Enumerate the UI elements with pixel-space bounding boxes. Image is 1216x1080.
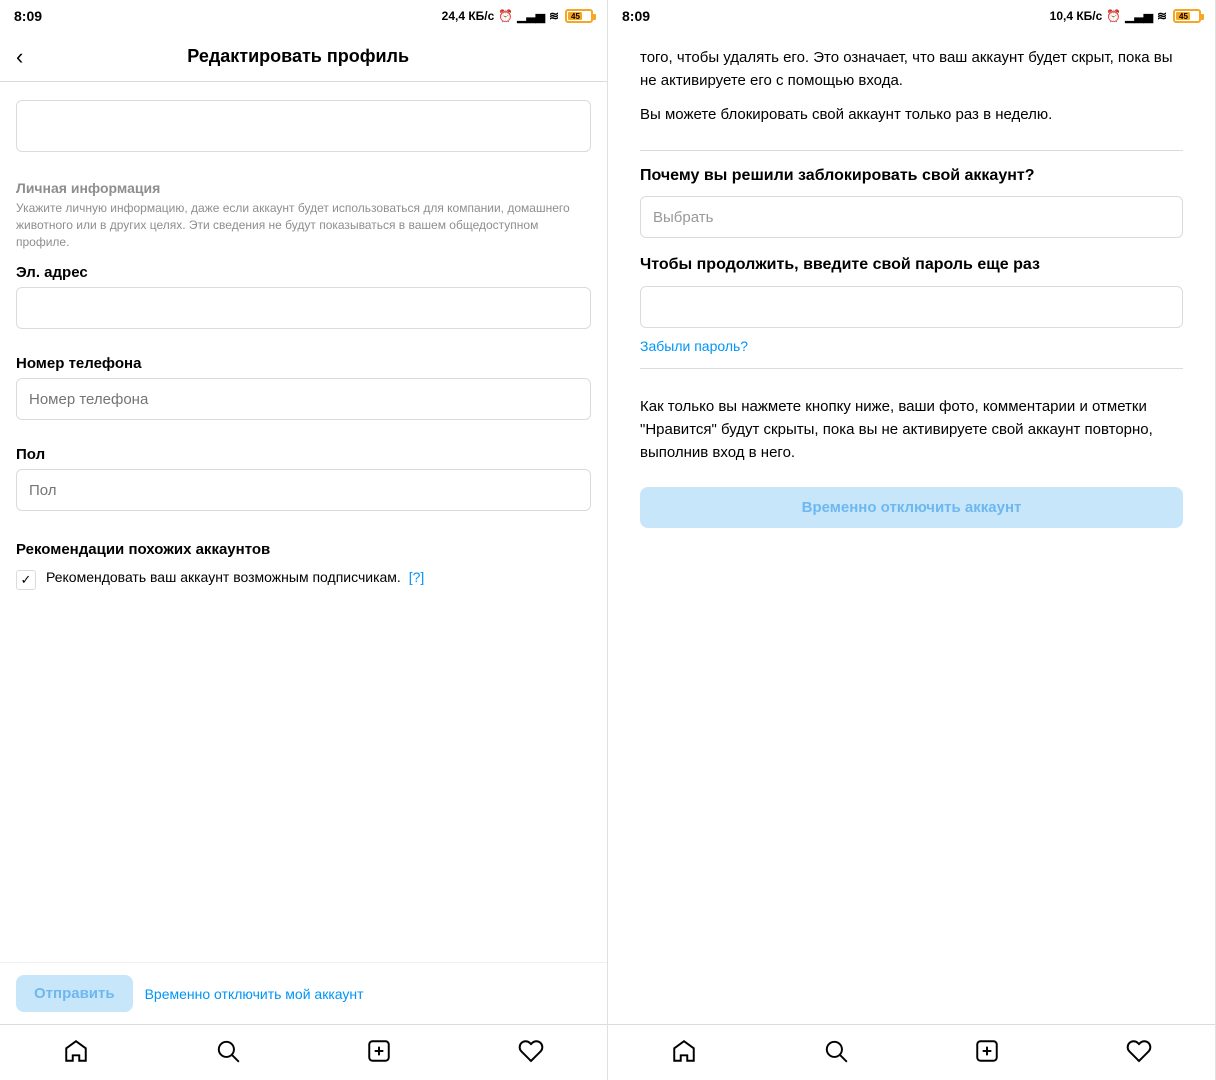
email-label: Эл. адрес [16, 264, 591, 281]
time-left: 8:09 [14, 8, 42, 24]
nav-add-left[interactable] [361, 1033, 397, 1069]
checkbox-row: ✓ Рекомендовать ваш аккаунт возможным по… [16, 568, 591, 590]
battery-right: 45 [1173, 9, 1201, 23]
scroll-content-right: того, чтобы удалять его. Это означает, ч… [608, 32, 1215, 1024]
recommend-checkbox[interactable]: ✓ [16, 570, 36, 590]
why-title: Почему вы решили заблокировать свой акка… [640, 165, 1183, 187]
help-link[interactable]: [?] [409, 569, 425, 585]
network-speed-left: 24,4 КБ/с [442, 9, 495, 23]
signal-icon-right: ▁▃▅ [1125, 9, 1153, 23]
personal-info-title: Личная информация [16, 180, 591, 196]
network-speed-right: 10,4 КБ/с [1050, 9, 1103, 23]
gender-label: Пол [16, 446, 591, 463]
bio-input[interactable] [16, 100, 591, 152]
back-button[interactable]: ‹ [16, 46, 23, 68]
status-bar-right: 8:09 10,4 КБ/с ⏰ ▁▃▅ ≋ 45 [608, 0, 1215, 32]
disable-account-button[interactable]: Временно отключить аккаунт [640, 487, 1183, 528]
disable-account-link[interactable]: Временно отключить мой аккаунт [145, 986, 364, 1002]
divider-1 [640, 150, 1183, 151]
clock-icon-right: ⏰ [1106, 9, 1121, 23]
recommendations-section: Рекомендации похожих аккаунтов ✓ Рекомен… [16, 541, 591, 590]
status-right-right: 10,4 КБ/с ⏰ ▁▃▅ ≋ 45 [1050, 9, 1201, 23]
nav-home-right[interactable] [666, 1033, 702, 1069]
nav-heart-right[interactable] [1121, 1033, 1157, 1069]
recommend-label: Рекомендовать ваш аккаунт возможным подп… [46, 568, 424, 588]
status-right-left: 24,4 КБ/с ⏰ ▁▃▅ ≋ 45 [442, 9, 593, 23]
recommendations-title: Рекомендации похожих аккаунтов [16, 541, 591, 558]
body-text-1: того, чтобы удалять его. Это означает, ч… [624, 32, 1199, 103]
bottom-nav-left [0, 1024, 607, 1080]
bottom-nav-right [608, 1024, 1215, 1080]
time-right: 8:09 [622, 8, 650, 24]
phone-label: Номер телефона [16, 355, 591, 372]
checkmark-icon: ✓ [21, 572, 32, 588]
body-text-2: Вы можете блокировать свой аккаунт тольк… [624, 103, 1199, 136]
header-left: ‹ Редактировать профиль [0, 32, 607, 82]
clock-icon: ⏰ [498, 9, 513, 23]
bottom-info-text: Как только вы нажмете кнопку ниже, ваши … [624, 383, 1199, 477]
signal-icon: ▁▃▅ [517, 9, 545, 23]
email-input[interactable] [16, 287, 591, 329]
status-bar-left: 8:09 24,4 КБ/с ⏰ ▁▃▅ ≋ 45 [0, 0, 607, 32]
password-section-title: Чтобы продолжить, введите свой пароль ещ… [640, 254, 1183, 276]
submit-button[interactable]: Отправить [16, 975, 133, 1012]
phone-input[interactable] [16, 378, 591, 420]
nav-home-left[interactable] [58, 1033, 94, 1069]
reason-select[interactable]: Выбрать [640, 196, 1183, 238]
password-input[interactable] [640, 286, 1183, 328]
nav-add-right[interactable] [969, 1033, 1005, 1069]
gender-input[interactable] [16, 469, 591, 511]
nav-search-right[interactable] [818, 1033, 854, 1069]
wifi-icon-right: ≋ [1157, 9, 1167, 23]
nav-heart-left[interactable] [513, 1033, 549, 1069]
left-panel: 8:09 24,4 КБ/с ⏰ ▁▃▅ ≋ 45 ‹ Редактироват… [0, 0, 608, 1080]
forgot-password-link[interactable]: Забыли пароль? [640, 338, 1183, 354]
wifi-icon: ≋ [549, 9, 559, 23]
password-section: Чтобы продолжить, введите свой пароль ещ… [624, 254, 1199, 354]
page-title: Редактировать профиль [35, 46, 561, 67]
personal-info-desc: Укажите личную информацию, даже если акк… [16, 200, 591, 250]
why-section: Почему вы решили заблокировать свой акка… [624, 165, 1199, 239]
bottom-actions-left: Отправить Временно отключить мой аккаунт [0, 962, 607, 1024]
scroll-content-left: Личная информация Укажите личную информа… [0, 82, 607, 962]
right-panel: 8:09 10,4 КБ/с ⏰ ▁▃▅ ≋ 45 того, чтобы уд… [608, 0, 1216, 1080]
battery-left: 45 [565, 9, 593, 23]
nav-search-left[interactable] [210, 1033, 246, 1069]
divider-2 [640, 368, 1183, 369]
